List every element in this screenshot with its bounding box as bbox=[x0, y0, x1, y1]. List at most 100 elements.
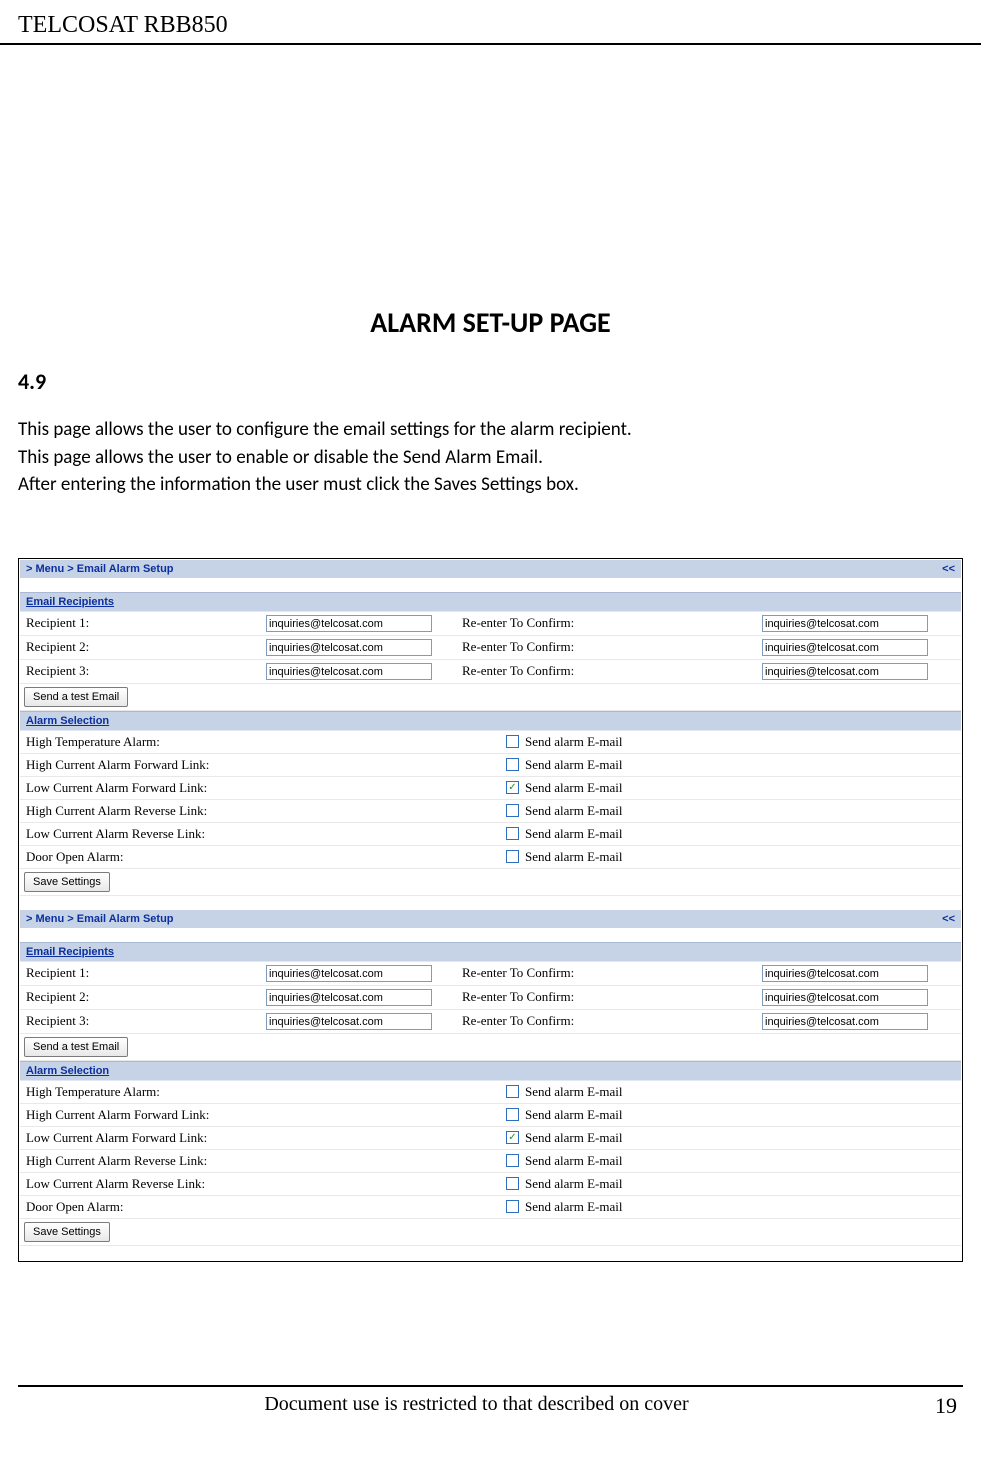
alarm-label: High Current Alarm Reverse Link: bbox=[26, 1153, 506, 1169]
send-test-row: Send a test Email bbox=[20, 1034, 961, 1061]
confirm-input[interactable] bbox=[762, 965, 928, 982]
paragraph: This page allows the user to enable or d… bbox=[18, 445, 963, 471]
send-alarm-checkbox[interactable] bbox=[506, 1085, 519, 1098]
recipient-label: Recipient 1: bbox=[26, 615, 266, 631]
section-number: 4.9 bbox=[18, 368, 963, 395]
send-alarm-label: Send alarm E-mail bbox=[525, 1153, 622, 1169]
alarm-row: Low Current Alarm Reverse Link: Send alar… bbox=[20, 823, 961, 846]
send-alarm-label: Send alarm E-mail bbox=[525, 1107, 622, 1123]
send-alarm-label: Send alarm E-mail bbox=[525, 1084, 622, 1100]
send-alarm-checkbox[interactable]: ✓ bbox=[506, 1131, 519, 1144]
send-test-email-button[interactable]: Send a test Email bbox=[24, 1037, 128, 1057]
send-alarm-label: Send alarm E-mail bbox=[525, 803, 622, 819]
recipient-row: Recipient 1: Re-enter To Confirm: bbox=[20, 612, 961, 636]
confirm-label: Re-enter To Confirm: bbox=[462, 615, 762, 631]
alarm-setup-panel: > Menu > Email Alarm Setup<< Email Recipi… bbox=[20, 910, 961, 1260]
alarm-label: High Current Alarm Forward Link: bbox=[26, 1107, 506, 1123]
alarm-selection-header: Alarm Selection bbox=[20, 1061, 961, 1081]
breadcrumb-text: > Menu > Email Alarm Setup bbox=[26, 560, 174, 578]
confirm-input[interactable] bbox=[762, 615, 928, 632]
send-alarm-checkbox[interactable] bbox=[506, 1108, 519, 1121]
recipient-input[interactable] bbox=[266, 639, 432, 656]
embedded-screenshot: > Menu > Email Alarm Setup << Email Recipi… bbox=[18, 558, 963, 1262]
product-name: TELCOSAT RBB850 bbox=[18, 12, 228, 38]
recipient-input[interactable] bbox=[266, 615, 432, 632]
paragraph: After entering the information the user … bbox=[18, 472, 963, 498]
recipient-input[interactable] bbox=[266, 989, 432, 1006]
send-alarm-checkbox[interactable] bbox=[506, 850, 519, 863]
page-title: ALARM SET-UP PAGE bbox=[18, 305, 963, 340]
send-alarm-label: Send alarm E-mail bbox=[525, 734, 622, 750]
recipient-input[interactable] bbox=[266, 663, 432, 680]
send-alarm-label: Send alarm E-mail bbox=[525, 826, 622, 842]
alarm-row: High Temperature Alarm: Send alarm E-mail bbox=[20, 1081, 961, 1104]
send-alarm-checkbox[interactable] bbox=[506, 758, 519, 771]
paragraph: This page allows the user to configure t… bbox=[18, 417, 963, 443]
confirm-label: Re-enter To Confirm: bbox=[462, 989, 762, 1005]
alarm-row: High Current Alarm Reverse Link: Send ala… bbox=[20, 800, 961, 823]
recipient-row: Recipient 3:Re-enter To Confirm: bbox=[20, 660, 961, 684]
alarm-row: High Current Alarm Forward Link: Send ala… bbox=[20, 1104, 961, 1127]
send-alarm-checkbox[interactable] bbox=[506, 1154, 519, 1167]
breadcrumb-bar: > Menu > Email Alarm Setup<< bbox=[20, 910, 961, 928]
alarm-row: Door Open Alarm: Send alarm E-mail bbox=[20, 846, 961, 869]
alarm-row: Low Current Alarm Forward Link:✓Send ala… bbox=[20, 777, 961, 800]
alarm-row: Low Current Alarm Reverse Link:Send alar… bbox=[20, 1173, 961, 1196]
send-test-row: Send a test Email bbox=[20, 684, 961, 711]
confirm-input[interactable] bbox=[762, 639, 928, 656]
send-alarm-checkbox[interactable] bbox=[506, 1200, 519, 1213]
alarm-selection-header: Alarm Selection bbox=[20, 711, 961, 731]
alarm-row: High Current Alarm Forward Link: Send ala… bbox=[20, 754, 961, 777]
send-alarm-label: Send alarm E-mail bbox=[525, 757, 622, 773]
recipient-input[interactable] bbox=[266, 1013, 432, 1030]
breadcrumb-bar: > Menu > Email Alarm Setup << bbox=[20, 560, 961, 578]
send-alarm-label: Send alarm E-mail bbox=[525, 849, 622, 865]
alarm-label: High Temperature Alarm: bbox=[26, 1084, 506, 1100]
send-alarm-checkbox[interactable] bbox=[506, 804, 519, 817]
recipient-row: Recipient 2: Re-enter To Confirm: bbox=[20, 636, 961, 660]
send-alarm-checkbox[interactable] bbox=[506, 735, 519, 748]
confirm-input[interactable] bbox=[762, 1013, 928, 1030]
save-settings-button[interactable]: Save Settings bbox=[24, 1222, 110, 1242]
confirm-label: Re-enter To Confirm: bbox=[462, 663, 762, 679]
page-footer: Document use is restricted to that descr… bbox=[18, 1385, 963, 1419]
page-header: TELCOSAT RBB850 bbox=[0, 0, 981, 45]
alarm-label: Low Current Alarm Reverse Link: bbox=[26, 1176, 506, 1192]
alarm-label: High Current Alarm Forward Link: bbox=[26, 757, 506, 773]
recipient-input[interactable] bbox=[266, 965, 432, 982]
send-test-email-button[interactable]: Send a test Email bbox=[24, 687, 128, 707]
confirm-label: Re-enter To Confirm: bbox=[462, 1013, 762, 1029]
alarm-label: Low Current Alarm Reverse Link: bbox=[26, 826, 506, 842]
alarm-row: Door Open Alarm: Send alarm E-mail bbox=[20, 1196, 961, 1219]
alarm-row: High Temperature Alarm:Send alarm E-mail bbox=[20, 731, 961, 754]
confirm-input[interactable] bbox=[762, 989, 928, 1006]
breadcrumb-back[interactable]: << bbox=[942, 560, 955, 578]
recipient-row: Recipient 1:Re-enter To Confirm: bbox=[20, 962, 961, 986]
recipient-label: Recipient 2: bbox=[26, 989, 266, 1005]
alarm-label: Door Open Alarm: bbox=[26, 1199, 506, 1215]
send-alarm-checkbox[interactable]: ✓ bbox=[506, 781, 519, 794]
alarm-label: Door Open Alarm: bbox=[26, 849, 506, 865]
email-recipients-header: Email Recipients bbox=[20, 942, 961, 962]
recipient-label: Recipient 2: bbox=[26, 639, 266, 655]
breadcrumb-back[interactable]: << bbox=[942, 910, 955, 928]
alarm-setup-panel: > Menu > Email Alarm Setup << Email Recipi… bbox=[20, 560, 961, 910]
send-alarm-checkbox[interactable] bbox=[506, 827, 519, 840]
save-settings-button[interactable]: Save Settings bbox=[24, 872, 110, 892]
email-recipients-header: Email Recipients bbox=[20, 592, 961, 612]
alarm-row: High Current Alarm Reverse Link: Send ala… bbox=[20, 1150, 961, 1173]
alarm-label: Low Current Alarm Forward Link: bbox=[26, 780, 506, 796]
send-alarm-checkbox[interactable] bbox=[506, 1177, 519, 1190]
alarm-label: Low Current Alarm Forward Link: bbox=[26, 1130, 506, 1146]
footer-text: Document use is restricted to that descr… bbox=[18, 1393, 935, 1416]
send-alarm-label: Send alarm E-mail bbox=[525, 1130, 622, 1146]
send-alarm-label: Send alarm E-mail bbox=[525, 1199, 622, 1215]
confirm-input[interactable] bbox=[762, 663, 928, 680]
save-settings-row: Save Settings bbox=[20, 869, 961, 896]
confirm-label: Re-enter To Confirm: bbox=[462, 639, 762, 655]
alarm-label: High Current Alarm Reverse Link: bbox=[26, 803, 506, 819]
save-settings-row: Save Settings bbox=[20, 1219, 961, 1246]
confirm-label: Re-enter To Confirm: bbox=[462, 965, 762, 981]
alarm-row: Low Current Alarm Forward Link:✓ Send ala… bbox=[20, 1127, 961, 1150]
recipient-row: Recipient 3:Re-enter To Confirm: bbox=[20, 1010, 961, 1034]
